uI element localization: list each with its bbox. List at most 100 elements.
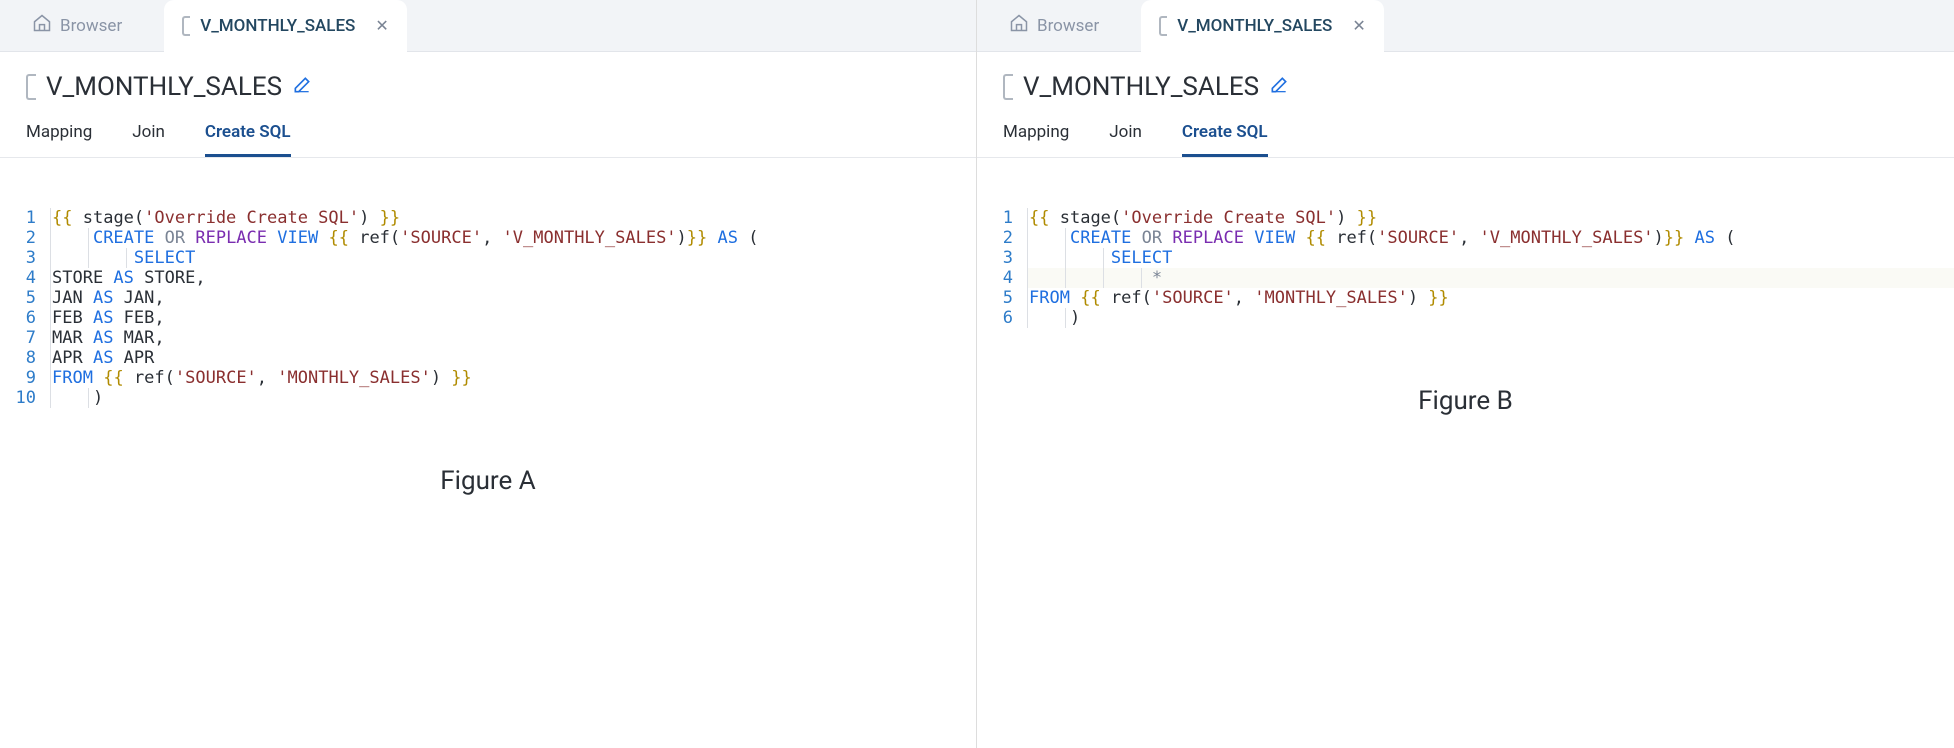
token-plain: ( bbox=[165, 368, 175, 388]
token-plain bbox=[93, 368, 103, 388]
code-content[interactable]: {{ stage('Override Create SQL') }} bbox=[1027, 208, 1954, 228]
token-plain bbox=[1162, 228, 1172, 248]
code-content[interactable]: * bbox=[1027, 268, 1954, 288]
token-plain: ) bbox=[677, 228, 687, 248]
code-content[interactable]: SELECT bbox=[50, 248, 976, 268]
token-plain bbox=[1101, 288, 1111, 308]
code-line[interactable]: 8APR AS APR bbox=[0, 348, 976, 368]
token-plain: ( bbox=[1142, 288, 1152, 308]
token-plain: ) bbox=[1070, 308, 1080, 328]
edit-icon[interactable] bbox=[292, 75, 312, 99]
indent-guide bbox=[1027, 208, 1028, 228]
code-content[interactable]: JAN AS JAN, bbox=[50, 288, 976, 308]
tab-mapping[interactable]: Mapping bbox=[1003, 122, 1069, 157]
tab-join[interactable]: Join bbox=[132, 122, 165, 157]
line-number: 1 bbox=[977, 208, 1027, 228]
code-editor[interactable]: 1{{ stage('Override Create SQL') }}2 CRE… bbox=[0, 158, 976, 408]
token-kw-blue: AS bbox=[718, 228, 738, 248]
view-icon bbox=[1159, 16, 1167, 36]
token-str: 'SOURCE' bbox=[1152, 288, 1234, 308]
code-content[interactable]: SELECT bbox=[1027, 248, 1954, 268]
line-number: 10 bbox=[0, 388, 50, 408]
token-plain bbox=[185, 228, 195, 248]
token-plain: ( bbox=[1367, 228, 1377, 248]
code-content[interactable]: ) bbox=[50, 388, 976, 408]
tab-create-sql[interactable]: Create SQL bbox=[1182, 122, 1268, 157]
code-content[interactable]: FEB AS FEB, bbox=[50, 308, 976, 328]
browser-link[interactable]: Browser bbox=[18, 13, 136, 38]
code-line[interactable]: 6 ) bbox=[977, 308, 1954, 328]
code-content[interactable]: CREATE OR REPLACE VIEW {{ ref('SOURCE', … bbox=[1027, 228, 1954, 248]
token-delim: {{ bbox=[328, 228, 348, 248]
code-content[interactable]: CREATE OR REPLACE VIEW {{ ref('SOURCE', … bbox=[50, 228, 976, 248]
browser-link[interactable]: Browser bbox=[995, 13, 1113, 38]
code-line[interactable]: 5FROM {{ ref('SOURCE', 'MONTHLY_SALES') … bbox=[977, 288, 1954, 308]
token-plain bbox=[1131, 228, 1141, 248]
code-content[interactable]: FROM {{ ref('SOURCE', 'MONTHLY_SALES') }… bbox=[50, 368, 976, 388]
token-kw-gray: OR bbox=[1142, 228, 1162, 248]
indent-guide bbox=[1065, 228, 1066, 248]
token-plain: ( bbox=[1111, 208, 1121, 228]
tab-mapping[interactable]: Mapping bbox=[26, 122, 92, 157]
token-plain: ( bbox=[390, 228, 400, 248]
edit-icon[interactable] bbox=[1269, 75, 1289, 99]
token-delim: {{ bbox=[1305, 228, 1325, 248]
code-line[interactable]: 6FEB AS FEB, bbox=[0, 308, 976, 328]
panel-0: Browser V_MONTHLY_SALES✕V_MONTHLY_SALES Ma… bbox=[0, 0, 977, 748]
code-content[interactable]: {{ stage('Override Create SQL') }} bbox=[50, 208, 976, 228]
token-delim: }} bbox=[687, 228, 707, 248]
code-content[interactable]: ) bbox=[1027, 308, 1954, 328]
code-content[interactable]: MAR AS MAR, bbox=[50, 328, 976, 348]
token-plain bbox=[349, 228, 359, 248]
tab-join[interactable]: Join bbox=[1109, 122, 1142, 157]
code-line[interactable]: 1{{ stage('Override Create SQL') }} bbox=[0, 208, 976, 228]
token-fn: ref bbox=[1336, 228, 1367, 248]
token-plain: JAN, bbox=[113, 288, 164, 308]
tab-active[interactable]: V_MONTHLY_SALES✕ bbox=[1141, 0, 1384, 52]
indent-guide bbox=[50, 288, 51, 308]
code-line[interactable]: 4STORE AS STORE, bbox=[0, 268, 976, 288]
indent-guide bbox=[50, 248, 51, 268]
code-content[interactable]: APR AS APR bbox=[50, 348, 976, 368]
token-plain: APR bbox=[52, 348, 93, 368]
token-delim: {{ bbox=[1080, 288, 1100, 308]
token-plain bbox=[1049, 208, 1059, 228]
code-line[interactable]: 1{{ stage('Override Create SQL') }} bbox=[977, 208, 1954, 228]
token-delim: }} bbox=[1428, 288, 1448, 308]
token-plain: FEB, bbox=[113, 308, 164, 328]
view-icon bbox=[26, 74, 36, 100]
code-line[interactable]: 3 SELECT bbox=[977, 248, 1954, 268]
indent-guide bbox=[1065, 308, 1066, 328]
token-plain: ) bbox=[1336, 208, 1356, 228]
code-line[interactable]: 9FROM {{ ref('SOURCE', 'MONTHLY_SALES') … bbox=[0, 368, 976, 388]
code-line[interactable]: 5JAN AS JAN, bbox=[0, 288, 976, 308]
code-line[interactable]: 3 SELECT bbox=[0, 248, 976, 268]
code-content[interactable]: STORE AS STORE, bbox=[50, 268, 976, 288]
token-plain bbox=[154, 228, 164, 248]
code-line[interactable]: 2 CREATE OR REPLACE VIEW {{ ref('SOURCE'… bbox=[0, 228, 976, 248]
close-icon[interactable]: ✕ bbox=[375, 16, 388, 35]
code-line[interactable]: 10 ) bbox=[0, 388, 976, 408]
figure-label: Figure B bbox=[977, 386, 1954, 416]
indent-guide bbox=[88, 388, 89, 408]
code-content[interactable]: FROM {{ ref('SOURCE', 'MONTHLY_SALES') }… bbox=[1027, 288, 1954, 308]
indent-guide bbox=[50, 208, 51, 228]
close-icon[interactable]: ✕ bbox=[1352, 16, 1365, 35]
page-title: V_MONTHLY_SALES bbox=[1023, 72, 1259, 102]
line-number: 2 bbox=[0, 228, 50, 248]
title-row: V_MONTHLY_SALES bbox=[0, 52, 976, 112]
tab-active[interactable]: V_MONTHLY_SALES✕ bbox=[164, 0, 407, 52]
code-editor[interactable]: 1{{ stage('Override Create SQL') }}2 CRE… bbox=[977, 158, 1954, 328]
line-number: 1 bbox=[0, 208, 50, 228]
figure-label: Figure A bbox=[0, 466, 976, 496]
token-str: 'Override Create SQL' bbox=[1121, 208, 1336, 228]
code-line[interactable]: 7MAR AS MAR, bbox=[0, 328, 976, 348]
token-kw-blue: CREATE bbox=[93, 228, 154, 248]
indent-guide bbox=[1065, 268, 1066, 288]
token-kw-blue: VIEW bbox=[1254, 228, 1295, 248]
token-str: 'SOURCE' bbox=[175, 368, 257, 388]
code-line[interactable]: 4 * bbox=[977, 268, 1954, 288]
token-kw-purple: REPLACE bbox=[195, 228, 267, 248]
tab-create-sql[interactable]: Create SQL bbox=[205, 122, 291, 157]
code-line[interactable]: 2 CREATE OR REPLACE VIEW {{ ref('SOURCE'… bbox=[977, 228, 1954, 248]
